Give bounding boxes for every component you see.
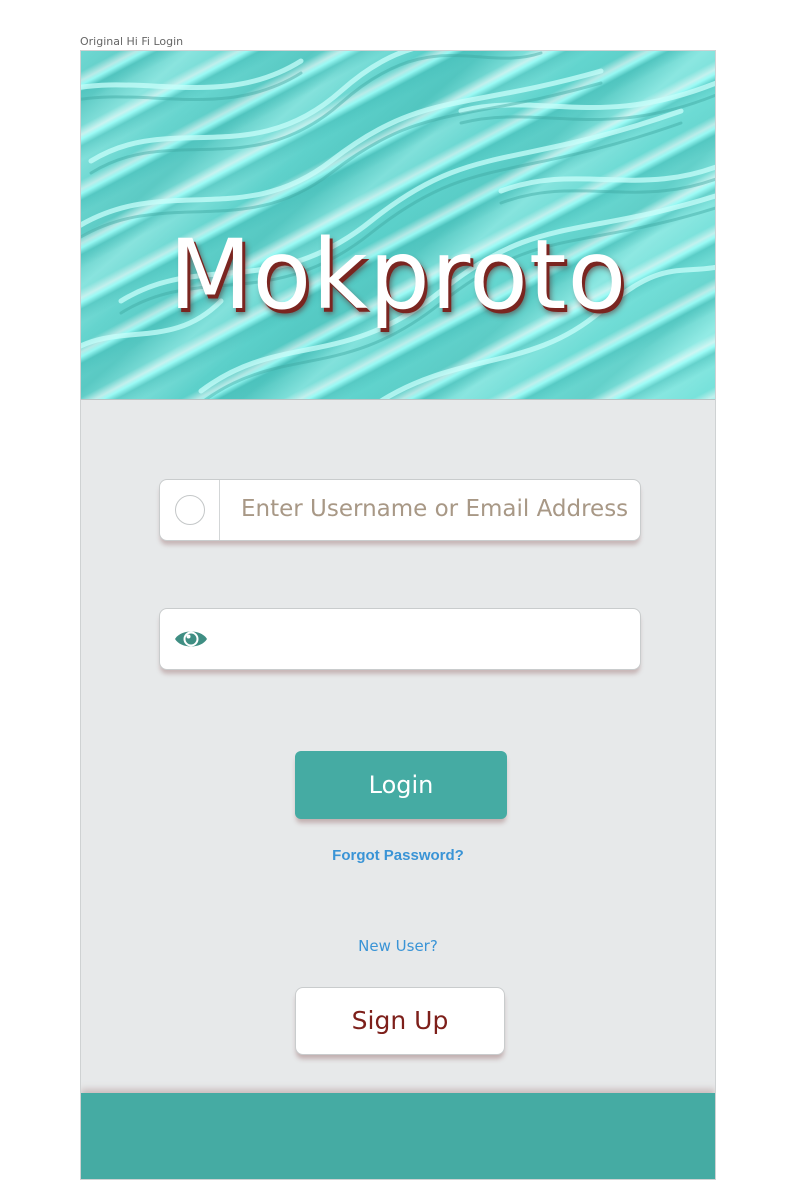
username-field[interactable]: Enter Username or Email Address xyxy=(159,479,641,541)
password-field[interactable] xyxy=(159,608,641,670)
signup-button[interactable]: Sign Up xyxy=(295,987,505,1055)
username-placeholder: Enter Username or Email Address xyxy=(241,496,629,522)
footer-bar xyxy=(81,1093,715,1179)
forgot-password-link[interactable]: Forgot Password? xyxy=(81,847,715,864)
artboard-label: Original Hi Fi Login xyxy=(80,35,184,48)
hero-banner: Mokproto xyxy=(81,51,715,400)
field-divider xyxy=(219,480,220,540)
login-button[interactable]: Login xyxy=(295,751,507,819)
new-user-link[interactable]: New User? xyxy=(81,937,715,955)
eye-icon[interactable] xyxy=(174,627,208,656)
brand-title: Mokproto xyxy=(168,219,628,331)
login-screen: Mokproto Enter Username or Email Address… xyxy=(80,50,716,1180)
radio-circle-icon[interactable] xyxy=(175,495,205,525)
